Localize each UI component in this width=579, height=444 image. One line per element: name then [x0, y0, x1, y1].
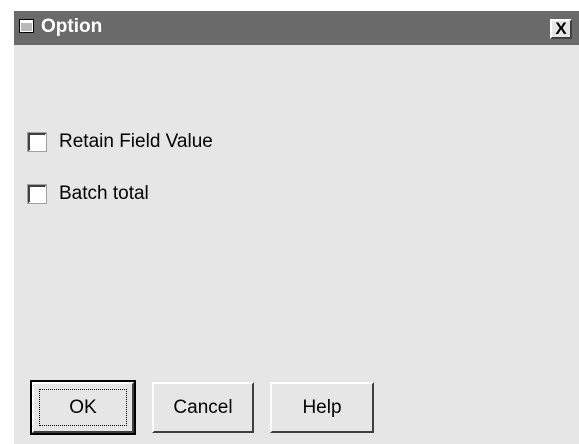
batch-total-option[interactable]: Batch total: [28, 183, 149, 205]
retain-field-value-label: Retain Field Value: [59, 131, 213, 152]
retain-field-value-option[interactable]: Retain Field Value: [28, 131, 213, 153]
window-title: Option: [41, 16, 103, 37]
help-button-label: Help: [302, 397, 342, 418]
cancel-button[interactable]: Cancel: [152, 382, 254, 433]
cancel-button-label: Cancel: [173, 397, 233, 418]
batch-total-checkbox[interactable]: [28, 185, 46, 203]
ok-button[interactable]: OK: [30, 380, 136, 435]
help-button[interactable]: Help: [270, 382, 374, 433]
option-dialog: Option X Retain Field Value Batch total …: [12, 9, 579, 444]
retain-field-value-checkbox[interactable]: [28, 133, 46, 151]
title-bar: Option X: [14, 11, 579, 45]
batch-total-label: Batch total: [59, 183, 149, 204]
close-icon[interactable]: X: [550, 19, 572, 39]
dialog-content: Retain Field Value Batch total OK Cancel…: [14, 45, 579, 444]
window-menu-icon[interactable]: [19, 19, 34, 33]
ok-button-label: OK: [69, 397, 97, 418]
